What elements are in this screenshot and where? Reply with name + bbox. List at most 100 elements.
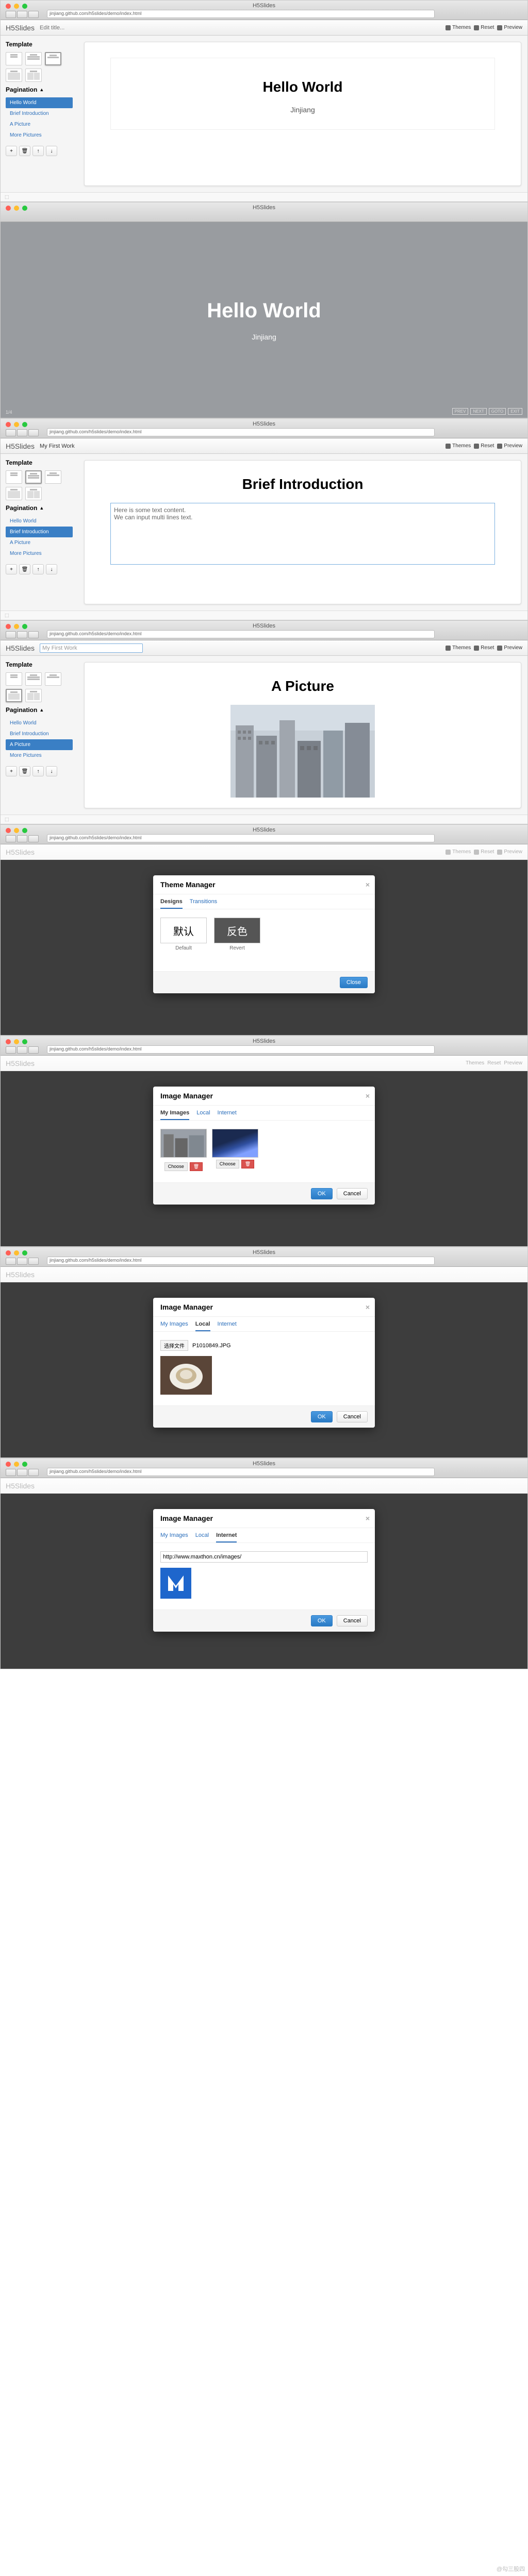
cancel-button[interactable]: Cancel <box>337 1615 368 1626</box>
template-option[interactable] <box>6 689 22 702</box>
move-down-button[interactable]: ↓ <box>46 766 57 776</box>
close-icon[interactable]: × <box>366 1514 370 1522</box>
slide-canvas[interactable]: Brief Introduction Here is some text con… <box>84 460 521 604</box>
reload-button[interactable] <box>28 11 39 18</box>
template-option[interactable] <box>6 52 22 65</box>
template-option[interactable] <box>6 672 22 686</box>
reset-button[interactable]: Reset <box>474 25 494 30</box>
slide-text-editor[interactable]: Here is some text content. We can input … <box>110 503 495 565</box>
page-item[interactable]: Hello World <box>6 516 73 527</box>
ok-button[interactable]: OK <box>311 1411 333 1422</box>
slide-canvas[interactable]: Hello World Jinjiang <box>84 42 521 186</box>
page-item[interactable]: Hello World <box>6 97 73 108</box>
page-item[interactable]: Brief Introduction <box>6 108 73 119</box>
add-page-button[interactable]: + <box>6 766 17 776</box>
theme-option[interactable]: 默认 Default <box>160 918 207 951</box>
title-input[interactable] <box>40 25 143 31</box>
preview-button[interactable]: Preview <box>497 645 522 651</box>
tab-internet[interactable]: Internet <box>218 1110 237 1120</box>
preview-button[interactable]: Preview <box>497 443 522 449</box>
delete-page-button[interactable]: 🗑 <box>19 766 30 776</box>
back-button[interactable] <box>6 11 16 18</box>
tab-local[interactable]: Local <box>196 1110 210 1120</box>
close-icon[interactable]: × <box>366 1303 370 1311</box>
template-option[interactable] <box>25 487 42 500</box>
slide-image[interactable] <box>230 705 375 798</box>
themes-button[interactable]: Themes <box>446 25 471 30</box>
page-item[interactable]: A Picture <box>6 739 73 750</box>
ok-button[interactable]: OK <box>311 1188 333 1199</box>
zoom-window[interactable] <box>22 4 27 9</box>
slide-title[interactable]: A Picture <box>95 678 510 694</box>
move-up-button[interactable]: ↑ <box>32 766 44 776</box>
template-option[interactable] <box>25 470 42 484</box>
tab-my-images[interactable]: My Images <box>160 1110 189 1120</box>
page-item[interactable]: More Pictures <box>6 130 73 141</box>
image-url-input[interactable] <box>160 1551 368 1563</box>
slide-title[interactable]: Hello World <box>116 79 489 95</box>
themes-button[interactable]: Themes <box>446 645 471 651</box>
delete-page-button[interactable]: 🗑 <box>19 564 30 574</box>
page-item[interactable]: A Picture <box>6 119 73 130</box>
title-input[interactable]: My First Work <box>40 443 143 449</box>
page-item[interactable]: Brief Introduction <box>6 728 73 739</box>
move-up-button[interactable]: ↑ <box>32 564 44 574</box>
page-item[interactable]: More Pictures <box>6 750 73 761</box>
choose-button[interactable]: Choose <box>216 1160 239 1168</box>
exit-button[interactable]: EXIT <box>508 408 522 415</box>
close-window[interactable] <box>6 4 11 9</box>
move-up-button[interactable]: ↑ <box>32 146 44 156</box>
chevron-up-icon[interactable]: ▲ <box>39 87 44 92</box>
tab-my-images[interactable]: My Images <box>160 1532 188 1543</box>
delete-image-button[interactable]: 🗑 <box>241 1160 254 1168</box>
page-item[interactable]: Hello World <box>6 718 73 728</box>
template-option[interactable] <box>25 52 42 65</box>
template-option[interactable] <box>25 672 42 686</box>
file-select-button[interactable]: 选择文件 <box>160 1340 188 1351</box>
template-option[interactable] <box>45 52 61 65</box>
cancel-button[interactable]: Cancel <box>337 1411 368 1422</box>
page-item[interactable]: Brief Introduction <box>6 527 73 537</box>
template-option[interactable] <box>25 69 42 82</box>
close-button[interactable]: Close <box>340 977 368 988</box>
delete-image-button[interactable]: 🗑 <box>190 1162 203 1171</box>
reset-button[interactable]: Reset <box>474 443 494 449</box>
image-thumb[interactable] <box>160 1129 207 1158</box>
url-bar[interactable]: jinjiang.github.com/h5slides/demo/index.… <box>47 10 435 18</box>
template-option[interactable] <box>45 470 61 484</box>
tab-transitions[interactable]: Transitions <box>190 899 217 909</box>
tab-internet[interactable]: Internet <box>216 1532 237 1543</box>
minimize-window[interactable] <box>14 4 19 9</box>
ok-button[interactable]: OK <box>311 1615 333 1626</box>
add-page-button[interactable]: + <box>6 564 17 574</box>
title-input[interactable] <box>40 643 143 653</box>
page-item[interactable]: A Picture <box>6 537 73 548</box>
goto-button[interactable]: GOTO <box>489 408 506 415</box>
tab-local[interactable]: Local <box>195 1532 209 1543</box>
slide-subtitle[interactable]: Jinjiang <box>116 106 489 114</box>
prev-button[interactable]: PREV <box>452 408 469 415</box>
theme-option[interactable]: 反色 Revert <box>214 918 260 951</box>
close-icon[interactable]: × <box>366 1092 370 1100</box>
tab-designs[interactable]: Designs <box>160 899 183 909</box>
template-option[interactable] <box>45 672 61 686</box>
template-option[interactable] <box>6 487 22 500</box>
tab-internet[interactable]: Internet <box>218 1321 237 1331</box>
slide-canvas[interactable]: A Picture <box>84 662 521 808</box>
move-down-button[interactable]: ↓ <box>46 564 57 574</box>
forward-button[interactable] <box>17 11 27 18</box>
close-icon[interactable]: × <box>366 880 370 889</box>
tab-local[interactable]: Local <box>195 1321 210 1331</box>
reset-button[interactable]: Reset <box>474 645 494 651</box>
delete-page-button[interactable]: 🗑 <box>19 146 30 156</box>
template-option[interactable] <box>25 689 42 702</box>
tab-my-images[interactable]: My Images <box>160 1321 188 1331</box>
add-page-button[interactable]: + <box>6 146 17 156</box>
themes-button[interactable]: Themes <box>446 443 471 449</box>
slide-title[interactable]: Brief Introduction <box>95 476 510 493</box>
next-button[interactable]: NEXT <box>470 408 486 415</box>
preview-button[interactable]: Preview <box>497 25 522 30</box>
cancel-button[interactable]: Cancel <box>337 1188 368 1199</box>
choose-button[interactable]: Choose <box>164 1162 188 1171</box>
move-down-button[interactable]: ↓ <box>46 146 57 156</box>
